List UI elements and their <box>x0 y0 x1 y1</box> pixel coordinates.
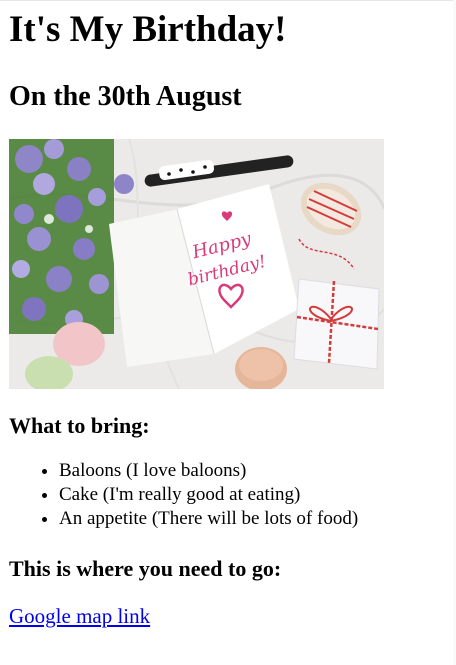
list-item: Baloons (I love baloons) <box>59 459 358 483</box>
list-item: An appetite (There will be lots of food) <box>59 507 358 531</box>
where-to-go-heading: This is where you need to go: <box>9 556 282 581</box>
page-subtitle: On the 30th August <box>9 81 242 112</box>
birthday-card-photo-icon: Happy birthday! <box>9 139 384 389</box>
list-item: Cake (I'm really good at eating) <box>59 483 358 507</box>
what-to-bring-heading: What to bring: <box>9 413 150 438</box>
top-border <box>0 0 456 1</box>
google-map-link[interactable]: Google map link <box>9 603 150 629</box>
gift-box <box>293 278 380 370</box>
page-title: It's My Birthday! <box>9 9 287 50</box>
bring-list: Baloons (I love baloons) Cake (I'm reall… <box>9 459 358 531</box>
birthday-photo: Happy birthday! <box>9 139 384 389</box>
